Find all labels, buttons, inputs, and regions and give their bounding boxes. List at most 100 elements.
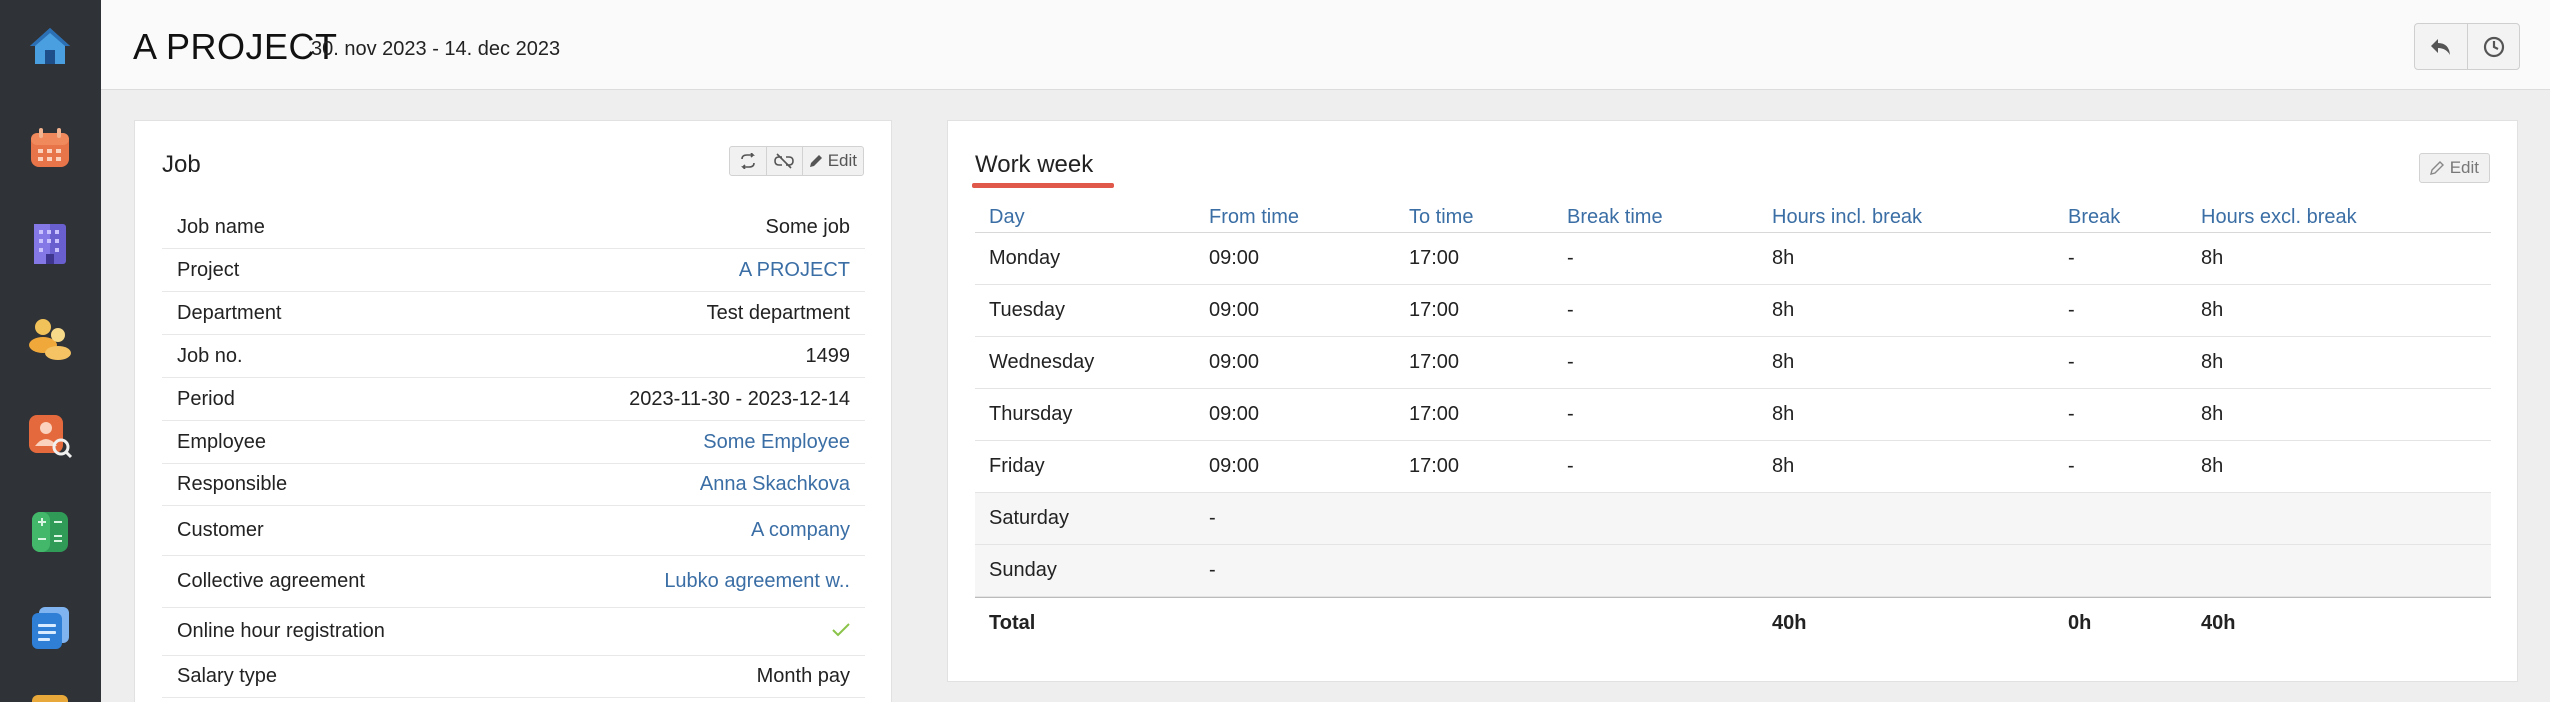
job-row-label: Period	[177, 387, 235, 410]
sidebar-item-buildings[interactable]	[22, 214, 78, 270]
column-header[interactable]: Hours excl. break	[2187, 206, 2487, 229]
column-header[interactable]: To time	[1395, 206, 1553, 229]
table-cell: -	[1567, 455, 1574, 477]
table-cell: -	[1567, 299, 1574, 321]
job-row: Salary type Month pay	[162, 656, 865, 698]
job-edit-button[interactable]: Edit	[801, 147, 863, 175]
table-cell: Wednesday	[989, 351, 1095, 373]
table-cell: 0h	[2068, 612, 2092, 634]
job-row: Job no. 1499	[162, 335, 865, 378]
page-title: A PROJECT	[133, 26, 338, 67]
table-cell: Sunday	[989, 559, 1057, 581]
sidebar-item-user-search[interactable]	[22, 408, 78, 464]
reply-icon	[2431, 38, 2450, 55]
calculator-icon	[32, 512, 68, 552]
history-button[interactable]	[2467, 24, 2519, 69]
job-row-label: Department	[177, 301, 282, 324]
check-icon	[832, 620, 850, 643]
table-cell: Saturday	[989, 507, 1070, 529]
job-row-label: Project	[177, 258, 240, 281]
column-header[interactable]: Break	[2054, 206, 2187, 229]
job-row-link[interactable]: Anna Skachkova	[700, 473, 850, 496]
job-panel-title: Job	[162, 151, 201, 178]
work-week-edit-button[interactable]: Edit	[2418, 153, 2490, 183]
job-row-value: 1499	[805, 344, 851, 367]
table-cell: -	[1209, 559, 1216, 581]
title-underline	[972, 183, 1114, 188]
table-row: Friday 09:00 17:00 - 8h - 8h	[975, 441, 2491, 493]
table-cell: 8h	[2201, 299, 2224, 321]
job-row-link[interactable]: Some Employee	[703, 431, 850, 454]
sidebar-item-employees[interactable]	[22, 310, 78, 366]
job-toolbar: Edit	[728, 146, 864, 176]
clock-icon	[2483, 36, 2504, 57]
sidebar-item-home[interactable]	[22, 18, 78, 74]
table-cell: Friday	[989, 455, 1045, 477]
page-header: A PROJECT 30. nov 2023 - 14. dec 2023	[101, 0, 2550, 90]
job-row-link[interactable]: A company	[751, 519, 850, 542]
table-cell: 17:00	[1409, 299, 1460, 321]
table-cell: -	[2068, 455, 2075, 477]
table-row: Wednesday 09:00 17:00 - 8h - 8h	[975, 337, 2491, 389]
sidebar-item-more[interactable]	[22, 680, 78, 702]
sidebar-item-documents[interactable]	[22, 600, 78, 656]
table-header-row: Day From time To time Break time Hours incl.…	[975, 203, 2491, 233]
work-week-title: Work week	[975, 151, 1094, 178]
table-cell: -	[1567, 247, 1574, 269]
column-header[interactable]: Break time	[1553, 206, 1758, 229]
table-cell: -	[2068, 351, 2075, 373]
table-cell: 8h	[1772, 455, 1795, 477]
job-row: Responsible Anna Skachkova	[162, 464, 865, 506]
header-button-group	[2414, 23, 2520, 70]
job-row: Employee Some Employee	[162, 421, 865, 464]
table-cell: 17:00	[1409, 403, 1460, 425]
folder-icon	[32, 695, 68, 702]
calendar-icon	[31, 128, 69, 167]
job-row-link[interactable]: Lubko agreement w..	[664, 570, 850, 593]
unlink-button[interactable]	[765, 147, 802, 175]
table-row: Sunday -	[975, 545, 2491, 597]
table-row: Thursday 09:00 17:00 - 8h - 8h	[975, 389, 2491, 441]
pencil-icon	[809, 155, 822, 167]
table-cell: -	[2068, 403, 2075, 425]
column-header[interactable]: Day	[975, 206, 1195, 229]
table-cell: Monday	[989, 247, 1061, 269]
sidebar-item-calendar[interactable]	[22, 120, 78, 176]
table-cell: 09:00	[1209, 247, 1260, 269]
table-cell: 8h	[1772, 351, 1795, 373]
table-cell: 40h	[2201, 612, 2236, 634]
job-row-link[interactable]: A PROJECT	[739, 259, 850, 282]
sidebar-item-calculator[interactable]	[22, 504, 78, 560]
table-cell: -	[2068, 299, 2075, 321]
table-cell: 09:00	[1209, 299, 1260, 321]
column-header[interactable]: Hours incl. break	[1758, 206, 2054, 229]
job-row-value: Some job	[765, 216, 851, 238]
job-row: Customer A company	[162, 506, 865, 556]
table-cell: 8h	[2201, 403, 2224, 425]
job-row-label: Online hour registration	[177, 620, 385, 642]
table-cell: 8h	[2201, 351, 2224, 373]
job-row: Online hour registration	[162, 608, 865, 656]
job-row: Project A PROJECT	[162, 249, 865, 292]
job-row: Period 2023-11-30 - 2023-12-14	[162, 378, 865, 421]
job-row: Collective agreement Lubko agreement w..	[162, 556, 865, 608]
table-cell: 8h	[2201, 247, 2224, 269]
table-cell: Thursday	[989, 403, 1073, 425]
job-row: Department Test department	[162, 292, 865, 335]
job-row-label: Employee	[177, 430, 266, 453]
column-header[interactable]: From time	[1195, 206, 1395, 229]
work-week-panel: Work week Edit Day From time To time Break …	[947, 120, 2518, 682]
table-cell: 40h	[1772, 612, 1807, 634]
pencil-icon	[2429, 161, 2444, 175]
table-cell: 8h	[1772, 247, 1795, 269]
table-cell: 09:00	[1209, 351, 1260, 373]
back-button[interactable]	[2415, 24, 2467, 69]
sidebar	[0, 0, 101, 702]
home-icon	[30, 28, 70, 64]
job-row-label: Collective agreement	[177, 570, 365, 592]
job-row-value: 2023-11-30 - 2023-12-14	[629, 387, 850, 410]
sync-button[interactable]	[730, 147, 766, 175]
job-edit-label: Edit	[827, 151, 857, 170]
job-row-value: Test department	[706, 301, 850, 324]
table-cell: 8h	[1772, 403, 1795, 425]
